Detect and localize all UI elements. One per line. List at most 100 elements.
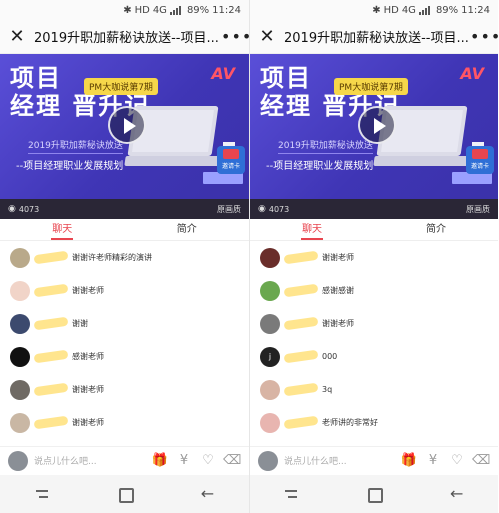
avatar: j: [260, 346, 280, 367]
message-text: 3q: [322, 385, 333, 394]
username-blur: [283, 316, 319, 331]
battery-percent: 89%: [435, 4, 459, 16]
right-pane: ✱ HD 4G 89% 11:24 ✕ 2019升职加薪秘诀放送--项目... …: [249, 0, 498, 513]
bluetooth-icon: ✱: [123, 4, 132, 16]
yuan-icon[interactable]: ¥: [175, 452, 193, 470]
username-blur: [33, 382, 69, 397]
message-text: 谢谢老师: [322, 319, 354, 328]
message-text: 谢谢老师: [322, 253, 354, 262]
play-button[interactable]: [358, 106, 396, 144]
tab-chat[interactable]: 聊天: [250, 219, 374, 240]
home-icon[interactable]: [362, 482, 386, 506]
input-bar: 说点儿什么吧... 🎁 ¥ ♡ ⌫: [250, 446, 498, 474]
username-blur: [283, 349, 319, 364]
bluetooth-icon: ✱: [372, 4, 381, 16]
view-count: 4073: [268, 204, 290, 214]
video-subtitle-1: 2019升职加薪秘诀放送: [278, 138, 373, 154]
video-player[interactable]: 项目 经理 晋升记 PM大咖说第7期 AV 2019升职加薪秘诀放送 --项目经…: [250, 54, 498, 219]
gift-icon[interactable]: 🎁: [151, 452, 169, 470]
title-bar: ✕ 2019升职加薪秘诀放送--项目... •••: [250, 20, 498, 54]
more-icon[interactable]: •••: [470, 27, 498, 46]
message-text: 谢谢许老师精彩的演讲: [72, 253, 152, 262]
avatar: [10, 379, 30, 400]
list-item: 谢谢许老师精彩的演讲: [0, 241, 249, 274]
avatar: [258, 450, 278, 471]
list-item: 谢谢老师: [250, 307, 498, 340]
video-info-bar: ◉ 4073 原画质: [0, 199, 249, 219]
quality-selector[interactable]: 原画质: [217, 204, 241, 215]
avatar: [260, 412, 280, 433]
network-indicator: 4G: [152, 4, 167, 16]
video-subtitle-2: --项目经理职业发展规划: [16, 161, 124, 172]
list-item: 感谢老师: [0, 340, 249, 373]
list-item: 谢谢老师: [0, 406, 249, 439]
tab-intro[interactable]: 简介: [374, 219, 498, 240]
invite-card-button[interactable]: 邀请卡: [466, 146, 494, 174]
username-blur: [283, 283, 319, 298]
list-item: 3q: [250, 373, 498, 406]
invite-card-button[interactable]: 邀请卡: [217, 146, 245, 174]
brand-logo: AV: [460, 64, 484, 83]
nav-bar: ←: [0, 475, 249, 513]
clock: 11:24: [461, 4, 490, 16]
heart-icon[interactable]: ♡: [199, 452, 217, 470]
avatar: [260, 280, 280, 301]
username-blur: [33, 415, 69, 430]
video-player[interactable]: 项目 经理 晋升记 PM大咖说第7期 AV 2019升职加薪秘诀放送 --项目经…: [0, 54, 249, 219]
avatar: [10, 412, 30, 433]
laptop-base-illustration: [124, 156, 230, 166]
clean-icon[interactable]: ⌫: [472, 452, 490, 470]
back-icon[interactable]: ←: [196, 482, 220, 506]
list-item: 谢谢老师: [0, 373, 249, 406]
video-subtitle-1: 2019升职加薪秘诀放送: [28, 138, 123, 154]
close-icon[interactable]: ✕: [256, 26, 278, 48]
close-icon[interactable]: ✕: [6, 26, 28, 48]
recent-apps-icon[interactable]: [30, 482, 54, 506]
yuan-icon[interactable]: ¥: [424, 452, 442, 470]
episode-badge: PM大咖说第7期: [334, 78, 408, 95]
list-item: 谢谢: [0, 307, 249, 340]
tab-chat[interactable]: 聊天: [0, 219, 125, 240]
comment-input[interactable]: 说点儿什么吧...: [34, 454, 145, 467]
list-item: 谢谢老师: [250, 241, 498, 274]
username-blur: [33, 250, 69, 265]
chat-list[interactable]: 谢谢老师 感谢感谢 谢谢老师 j 000 3q 老师讲的非常好: [250, 241, 498, 442]
hd-indicator: HD: [134, 4, 150, 16]
more-icon[interactable]: •••: [221, 27, 249, 46]
gift-icon[interactable]: 🎁: [400, 452, 418, 470]
quality-selector[interactable]: 原画质: [466, 204, 490, 215]
page-title: 2019升职加薪秘诀放送--项目...: [34, 31, 219, 46]
play-button[interactable]: [108, 106, 146, 144]
recent-apps-icon[interactable]: [279, 482, 303, 506]
tab-bar: 聊天 简介: [0, 219, 249, 241]
message-text: 000: [322, 352, 338, 361]
avatar: [8, 450, 28, 471]
laptop-base-illustration: [373, 156, 479, 166]
comment-input[interactable]: 说点儿什么吧...: [284, 454, 394, 467]
status-bar: ✱ HD 4G 89% 11:24: [0, 0, 249, 20]
battery-percent: 89%: [186, 4, 210, 16]
home-icon[interactable]: [113, 482, 137, 506]
chat-list[interactable]: 谢谢许老师精彩的演讲 谢谢老师 谢谢 感谢老师 谢谢老师 谢谢老师: [0, 241, 249, 442]
back-icon[interactable]: ←: [445, 482, 469, 506]
clock: 11:24: [212, 4, 241, 16]
list-item: 老师讲的非常好: [250, 406, 498, 439]
avatar: [10, 280, 30, 301]
avatar: [260, 379, 280, 400]
username-blur: [33, 316, 69, 331]
heart-icon[interactable]: ♡: [448, 452, 466, 470]
avatar: [10, 247, 30, 268]
message-text: 谢谢老师: [72, 286, 104, 295]
split-screen: ✱ HD 4G 89% 11:24 ✕ 2019升职加薪秘诀放送--项目... …: [0, 0, 499, 513]
username-blur: [283, 382, 319, 397]
view-count: 4073: [18, 204, 40, 214]
username-blur: [33, 349, 69, 364]
eye-icon: ◉: [8, 204, 16, 214]
episode-badge: PM大咖说第7期: [84, 78, 158, 95]
tab-intro[interactable]: 简介: [125, 219, 250, 240]
clean-icon[interactable]: ⌫: [223, 452, 241, 470]
username-blur: [283, 250, 319, 265]
brand-logo: AV: [211, 64, 235, 83]
video-info-bar: ◉ 4073 原画质: [250, 199, 498, 219]
avatar: [260, 247, 280, 268]
